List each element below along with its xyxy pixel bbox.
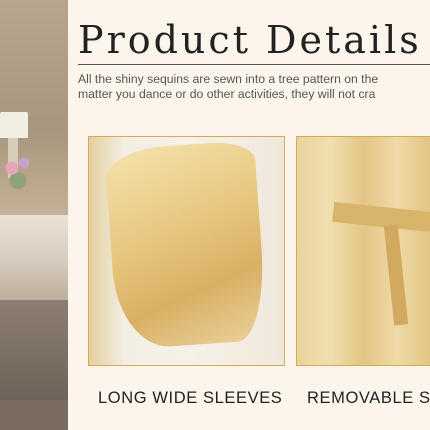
description-line-1: All the shiny sequins are sewn into a tr… <box>78 72 379 86</box>
description-line-2: matter you dance or do other activities,… <box>78 87 376 101</box>
page-title: Product Details <box>78 18 422 62</box>
bench <box>0 300 68 400</box>
feature-photo-sleeves <box>88 136 285 366</box>
flower-vase <box>0 148 40 198</box>
feature-photo-sash <box>296 136 430 366</box>
product-description: All the shiny sequins are sewn into a tr… <box>78 72 430 102</box>
lifestyle-bedroom-photo <box>0 0 68 430</box>
lamp-shade <box>0 112 28 138</box>
robe-photo-background <box>297 137 430 365</box>
feature-caption-sash: REMOVABLE SA <box>307 389 430 407</box>
feature-caption-sleeves: LONG WIDE SLEEVES <box>98 389 283 407</box>
floor <box>0 400 68 430</box>
title-divider <box>78 64 430 65</box>
bed <box>0 215 68 305</box>
satin-sleeve <box>104 140 268 350</box>
